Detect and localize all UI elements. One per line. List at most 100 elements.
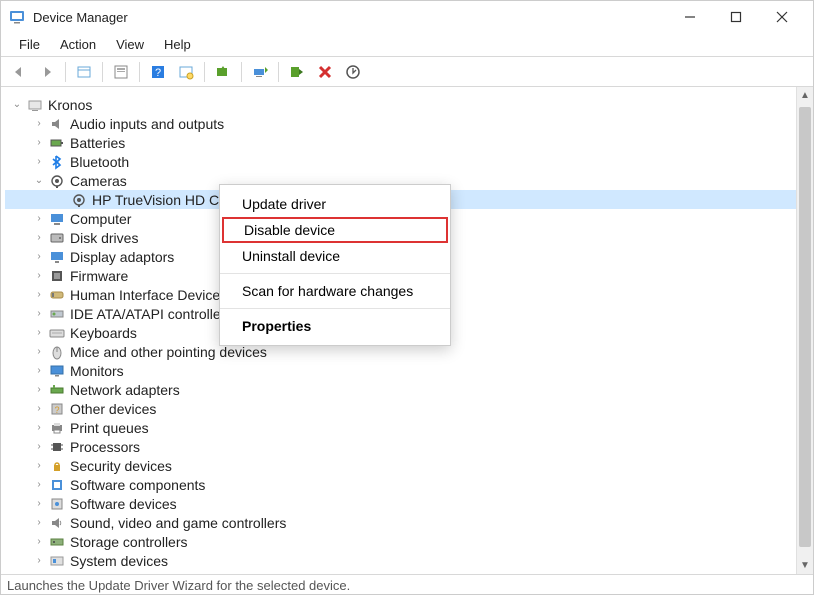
device-category[interactable]: ›System devices bbox=[5, 551, 809, 570]
usb-icon bbox=[49, 572, 65, 575]
nav-back-button[interactable] bbox=[7, 60, 31, 84]
ctx-properties[interactable]: Properties bbox=[220, 313, 450, 339]
root-label: Kronos bbox=[48, 97, 92, 113]
scroll-thumb[interactable] bbox=[799, 107, 811, 547]
menu-view[interactable]: View bbox=[106, 35, 154, 54]
device-category[interactable]: › Bluetooth bbox=[5, 152, 809, 171]
category-label: Bluetooth bbox=[70, 154, 129, 170]
expand-icon[interactable]: › bbox=[33, 251, 45, 262]
category-label: Other devices bbox=[70, 401, 156, 417]
ctx-scan-hardware[interactable]: Scan for hardware changes bbox=[220, 278, 450, 304]
expand-icon[interactable]: ⌄ bbox=[33, 175, 45, 186]
category-label: Print queues bbox=[70, 420, 149, 436]
network-icon bbox=[49, 382, 65, 398]
toolbar-separator bbox=[139, 62, 140, 82]
toolbar-separator bbox=[65, 62, 66, 82]
ctx-separator bbox=[220, 273, 450, 274]
expand-icon[interactable]: › bbox=[33, 270, 45, 281]
device-category[interactable]: ›Universal Serial Bus controllers bbox=[5, 570, 809, 574]
expand-icon[interactable]: › bbox=[33, 517, 45, 528]
scan-hardware-button[interactable] bbox=[211, 60, 235, 84]
expand-icon[interactable]: › bbox=[33, 232, 45, 243]
device-category[interactable]: ›? Other devices bbox=[5, 399, 809, 418]
expand-icon[interactable]: › bbox=[33, 403, 45, 414]
expand-icon[interactable]: › bbox=[33, 422, 45, 433]
scroll-up-icon[interactable]: ▲ bbox=[797, 87, 813, 104]
cpu-icon bbox=[49, 439, 65, 455]
expand-icon[interactable]: › bbox=[33, 137, 45, 148]
expand-icon[interactable]: › bbox=[33, 118, 45, 129]
nav-forward-button[interactable] bbox=[35, 60, 59, 84]
expand-icon[interactable]: › bbox=[33, 308, 45, 319]
swcomp-icon bbox=[49, 477, 65, 493]
device-category[interactable]: ›Software devices bbox=[5, 494, 809, 513]
svg-text:?: ? bbox=[54, 405, 59, 415]
expand-icon[interactable]: › bbox=[33, 536, 45, 547]
legacy-add-button[interactable] bbox=[174, 60, 198, 84]
menu-file[interactable]: File bbox=[9, 35, 50, 54]
device-category[interactable]: ›Storage controllers bbox=[5, 532, 809, 551]
ctx-separator bbox=[220, 308, 450, 309]
update-driver-button[interactable] bbox=[248, 60, 272, 84]
device-category[interactable]: › Print queues bbox=[5, 418, 809, 437]
device-category[interactable]: ›Batteries bbox=[5, 133, 809, 152]
category-label: Computer bbox=[70, 211, 131, 227]
svg-text:?: ? bbox=[155, 67, 161, 79]
device-category[interactable]: ›Software components bbox=[5, 475, 809, 494]
toolbar-separator bbox=[241, 62, 242, 82]
monitor-icon bbox=[49, 363, 65, 379]
disable-device-button[interactable] bbox=[341, 60, 365, 84]
camera-icon bbox=[71, 192, 87, 208]
bluetooth-icon bbox=[49, 154, 65, 170]
expand-icon[interactable]: › bbox=[33, 479, 45, 490]
printer-icon bbox=[49, 420, 65, 436]
status-text: Launches the Update Driver Wizard for th… bbox=[7, 578, 350, 593]
expand-down-icon[interactable]: ⌄ bbox=[11, 99, 23, 110]
device-label: HP TrueVision HD Can bbox=[92, 192, 235, 208]
category-label: Sound, video and game controllers bbox=[70, 515, 286, 531]
expand-icon[interactable]: › bbox=[33, 365, 45, 376]
content-area: ⌄ Kronos›Audio inputs and outputs›Batteri… bbox=[1, 87, 813, 574]
expand-icon[interactable]: › bbox=[33, 346, 45, 357]
scrollbar[interactable]: ▲ ▼ bbox=[796, 87, 813, 574]
sound-icon bbox=[49, 515, 65, 531]
ctx-disable-device[interactable]: Disable device bbox=[222, 217, 448, 243]
window-title: Device Manager bbox=[33, 10, 667, 25]
uninstall-device-button[interactable] bbox=[313, 60, 337, 84]
category-label: Keyboards bbox=[70, 325, 137, 341]
expand-icon[interactable]: › bbox=[33, 289, 45, 300]
expand-icon[interactable]: › bbox=[33, 156, 45, 167]
security-icon bbox=[49, 458, 65, 474]
device-category[interactable]: ›Processors bbox=[5, 437, 809, 456]
device-category[interactable]: ›Monitors bbox=[5, 361, 809, 380]
expand-icon[interactable]: › bbox=[33, 460, 45, 471]
maximize-button[interactable] bbox=[713, 1, 759, 33]
device-category[interactable]: ›Security devices bbox=[5, 456, 809, 475]
enable-device-button[interactable] bbox=[285, 60, 309, 84]
properties-button[interactable] bbox=[109, 60, 133, 84]
help-button[interactable]: ? bbox=[146, 60, 170, 84]
ctx-uninstall-device[interactable]: Uninstall device bbox=[220, 243, 450, 269]
minimize-button[interactable] bbox=[667, 1, 713, 33]
action-menu-button[interactable] bbox=[72, 60, 96, 84]
expand-icon[interactable]: › bbox=[33, 441, 45, 452]
swdev-icon bbox=[49, 496, 65, 512]
scroll-down-icon[interactable]: ▼ bbox=[797, 557, 813, 574]
expand-icon[interactable]: › bbox=[33, 327, 45, 338]
expand-icon[interactable]: › bbox=[33, 498, 45, 509]
device-category[interactable]: ›Audio inputs and outputs bbox=[5, 114, 809, 133]
mouse-icon bbox=[49, 344, 65, 360]
close-button[interactable] bbox=[759, 1, 805, 33]
expand-icon[interactable]: › bbox=[33, 213, 45, 224]
category-label: Network adapters bbox=[70, 382, 180, 398]
menu-help[interactable]: Help bbox=[154, 35, 201, 54]
expand-icon[interactable]: › bbox=[33, 384, 45, 395]
device-category[interactable]: › Sound, video and game controllers bbox=[5, 513, 809, 532]
menu-action[interactable]: Action bbox=[50, 35, 106, 54]
ctx-update-driver[interactable]: Update driver bbox=[220, 191, 450, 217]
firmware-icon bbox=[49, 268, 65, 284]
expand-icon[interactable]: › bbox=[33, 555, 45, 566]
app-icon bbox=[9, 9, 25, 25]
tree-root[interactable]: ⌄ Kronos bbox=[5, 95, 809, 114]
device-category[interactable]: › Network adapters bbox=[5, 380, 809, 399]
